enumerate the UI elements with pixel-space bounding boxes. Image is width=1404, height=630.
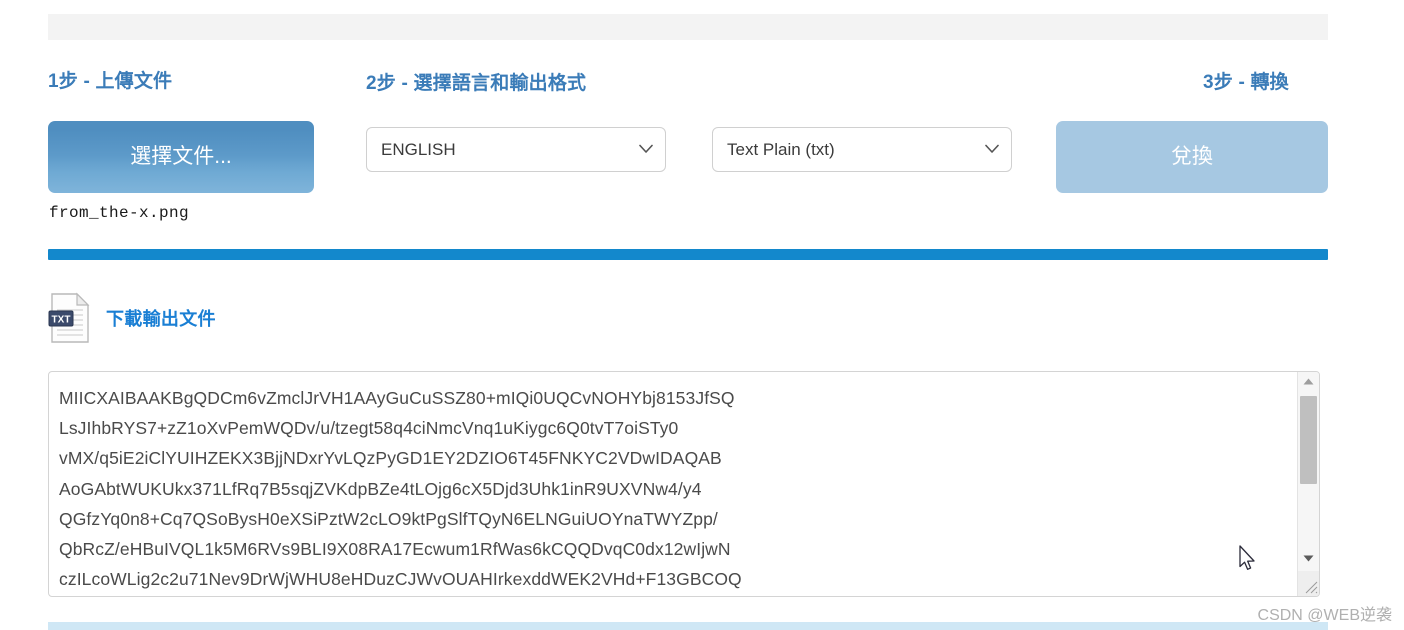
convert-button[interactable]: 兌換 bbox=[1056, 121, 1328, 193]
svg-text:TXT: TXT bbox=[52, 315, 71, 326]
top-grey-bar bbox=[48, 14, 1328, 40]
txt-file-icon: TXT bbox=[48, 292, 92, 344]
scroll-down-arrow-icon[interactable] bbox=[1298, 549, 1319, 570]
choose-file-button[interactable]: 選擇文件... bbox=[48, 121, 314, 193]
chevron-down-icon bbox=[985, 144, 999, 156]
download-output-link[interactable]: 下載輸出文件 bbox=[106, 305, 216, 331]
step-3-heading: 3步 - 轉換 bbox=[1203, 72, 1289, 93]
progress-bar-fill bbox=[48, 249, 1328, 260]
language-select-value: ENGLISH bbox=[381, 140, 456, 159]
output-format-select[interactable]: Text Plain (txt) bbox=[712, 127, 1012, 172]
conversion-progress-bar bbox=[48, 249, 1328, 260]
step-2-heading: 2步 - 選擇語言和輸出格式 bbox=[366, 73, 587, 94]
download-output-row[interactable]: TXT 下載輸出文件 bbox=[48, 292, 216, 344]
output-textarea-content: MIICXAIBAAKBgQDCm6vZmclJrVH1AAyGuCuSSZ80… bbox=[59, 388, 742, 590]
uploaded-file-name: from_the-x.png bbox=[49, 204, 190, 222]
output-scrollbar[interactable] bbox=[1297, 372, 1319, 596]
output-format-select-value: Text Plain (txt) bbox=[727, 140, 835, 159]
bottom-blue-bar bbox=[48, 622, 1328, 630]
scrollbar-thumb[interactable] bbox=[1300, 396, 1317, 484]
textarea-resize-grip[interactable] bbox=[1298, 571, 1319, 596]
language-select[interactable]: ENGLISH bbox=[366, 127, 666, 172]
scroll-up-arrow-icon[interactable] bbox=[1298, 372, 1319, 393]
output-textarea[interactable]: MIICXAIBAAKBgQDCm6vZmclJrVH1AAyGuCuSSZ80… bbox=[48, 371, 1320, 597]
chevron-down-icon bbox=[639, 144, 653, 156]
watermark-text: CSDN @WEB逆袭 bbox=[1257, 607, 1392, 624]
step-1-heading: 1步 - 上傳文件 bbox=[48, 71, 173, 92]
